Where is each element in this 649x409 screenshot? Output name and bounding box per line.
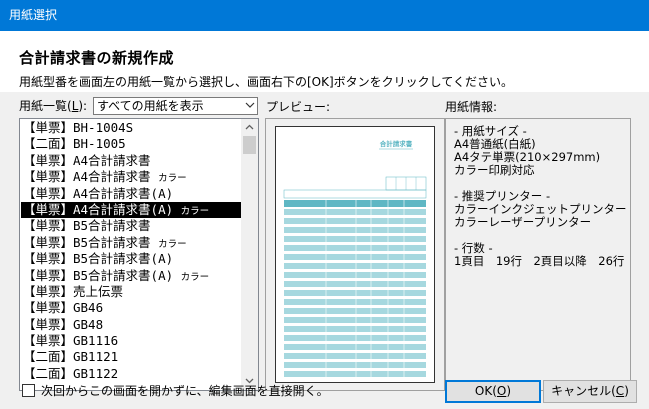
preview-label: プレビュー:	[266, 100, 331, 114]
cancel-button[interactable]: キャンセル(C)	[543, 380, 637, 403]
paper-list-items: 【単票】BH-1004S 【二面】BH-1005 【単票】A4合計請求書 【単票】A4…	[21, 120, 242, 382]
preview-form-row	[284, 362, 426, 368]
paper-list-item-name: 【単票】B5合計請求書(A)	[23, 251, 174, 267]
paper-list-item[interactable]: 【単票】A4合計請求書	[21, 153, 242, 169]
paper-list-item-color-tag: カラー	[158, 173, 187, 185]
paper-list-label-suffix: ):	[78, 99, 88, 113]
paper-info-line: カラーレーザープリンター	[454, 215, 592, 229]
ok-button-accesskey: O	[496, 384, 507, 398]
paper-list-item-name: 【単票】B5合計請求書(A)	[23, 267, 181, 283]
paper-filter-value: すべての用紙を表示	[97, 99, 204, 113]
preview-column-header	[284, 200, 426, 207]
preview-form-row	[284, 371, 426, 377]
cancel-button-label: キャンセル(	[551, 384, 616, 398]
preview-form-row	[284, 263, 426, 269]
preview-header-box	[283, 189, 427, 199]
paper-list-item[interactable]: 【単票】GB48	[21, 317, 242, 333]
preview-panel: 合計請求書	[265, 118, 445, 391]
preview-form-row	[284, 245, 426, 251]
window-title: 用紙選択	[9, 8, 58, 22]
paper-list-item[interactable]: 【単票】B5合計請求書	[21, 218, 242, 234]
paper-filter-select[interactable]: すべての用紙を表示	[93, 97, 258, 115]
paper-list-item-name: 【単票】GB48	[23, 316, 104, 332]
preview-form-row	[284, 317, 426, 323]
dialog-body: 合計請求書の新規作成 用紙型番を画面左の用紙一覧から選択し、画面右下の[OK]ボ…	[0, 31, 649, 409]
cancel-button-accesskey: C	[615, 384, 625, 398]
preview-form-row	[284, 281, 426, 287]
preview-paper: 合計請求書	[275, 126, 435, 383]
paper-list-item-name: 【単票】GB1116	[23, 333, 119, 349]
preview-form-row	[284, 290, 426, 296]
preview-form-row	[284, 335, 426, 341]
preview-form-row	[284, 254, 426, 260]
paper-list-item[interactable]: 【単票】BH-1004S	[21, 120, 242, 136]
paper-list-item[interactable]: 【単票】GB1116	[21, 333, 242, 349]
preview-form-row	[284, 326, 426, 332]
list-scrollbar[interactable]	[241, 119, 258, 390]
paper-list-item-name: 【単票】A4合計請求書(A)	[23, 185, 174, 201]
preview-form-header	[283, 176, 427, 207]
paper-list-item[interactable]: 【単票】GB46	[21, 300, 242, 316]
paper-list-item[interactable]: 【単票】A4合計請求書 カラー	[21, 169, 242, 185]
preview-form-row	[284, 344, 426, 350]
ok-button-label: OK(	[474, 384, 497, 398]
paper-list-item-name: 【単票】売上伝票	[23, 283, 124, 299]
skip-dialog-checkbox[interactable]	[22, 384, 35, 397]
preview-form-rows	[284, 200, 426, 380]
preview-form-row	[284, 209, 426, 215]
preview-form-row	[284, 299, 426, 305]
ok-button-label-end: )	[506, 384, 512, 398]
paper-list-label-prefix: 用紙一覧(	[19, 99, 72, 113]
preview-form-row	[284, 236, 426, 242]
paper-list-item-color-tag: カラー	[180, 271, 210, 283]
paper-list-item-name: 【二面】GB1121	[23, 349, 119, 365]
paper-listbox[interactable]: 【単票】BH-1004S 【二面】BH-1005 【単票】A4合計請求書 【単票】A4…	[19, 118, 259, 391]
page-title: 合計請求書の新規作成	[19, 49, 175, 67]
preview-form-row	[284, 218, 426, 224]
paper-info-panel: - 用紙サイズ - A4普通紙(白紙) A4タテ単票(210×297mm) カラー印刷…	[445, 118, 631, 391]
paper-list-item[interactable]: 【単票】B5合計請求書(A)	[21, 251, 242, 267]
paper-list-item-name: 【単票】GB46	[23, 300, 104, 316]
paper-list-item-name: 【単票】B5合計請求書	[23, 218, 151, 234]
preview-form-title: 合計請求書	[379, 139, 413, 148]
ok-button[interactable]: OK(O)	[445, 380, 541, 403]
paper-list-item-name: 【単票】A4合計請求書	[23, 169, 159, 185]
paper-info-line: カラー印刷対応	[454, 163, 535, 177]
preview-form-image: 合計請求書	[283, 139, 427, 380]
chevron-down-icon[interactable]	[241, 98, 257, 114]
scroll-up-icon[interactable]	[241, 119, 258, 136]
instruction-text: 用紙型番を画面左の用紙一覧から選択し、画面右下の[OK]ボタンをクリックしてくだ…	[19, 75, 513, 89]
paper-list-item[interactable]: 【二面】BH-1005	[21, 136, 242, 152]
paper-list-item[interactable]: 【単票】B5合計請求書 カラー	[21, 235, 242, 251]
paper-list-item-color-tag: カラー	[180, 205, 210, 217]
preview-form-row	[284, 353, 426, 359]
paper-list-item-name: 【単票】BH-1004S	[23, 120, 134, 135]
skip-dialog-label: 次回からこの画面を開かずに、編集画面を直接開く。	[41, 384, 329, 398]
paper-list-item-color-tag: カラー	[158, 238, 187, 250]
paper-list-item[interactable]: 【二面】GB1121	[21, 349, 242, 365]
paper-list-item-name: 【単票】A4合計請求書(A)	[23, 201, 181, 217]
scrollbar-thumb[interactable]	[243, 136, 256, 154]
paper-list-item-name: 【単票】A4合計請求書	[23, 152, 151, 168]
paper-list-item[interactable]: 【単票】A4合計請求書(A) カラー	[21, 201, 242, 219]
header-band: 合計請求書の新規作成 用紙型番を画面左の用紙一覧から選択し、画面右下の[OK]ボ…	[0, 31, 649, 92]
paper-info-line: 1頁目 19行 2頁目以降 26行	[454, 254, 625, 268]
preview-form-row	[284, 227, 426, 233]
paper-list-item[interactable]: 【二面】GB1122	[21, 366, 242, 382]
paper-list-item-name: 【二面】BH-1005	[23, 136, 126, 152]
skip-dialog-option[interactable]: 次回からこの画面を開かずに、編集画面を直接開く。	[22, 384, 329, 398]
paper-list-item[interactable]: 【単票】A4合計請求書(A)	[21, 186, 242, 202]
window-titlebar[interactable]: 用紙選択	[0, 0, 649, 31]
paper-list-item[interactable]: 【単票】B5合計請求書(A) カラー	[21, 268, 242, 284]
paper-list-item-name: 【二面】GB1122	[23, 365, 119, 381]
paper-list-item[interactable]: 【単票】売上伝票	[21, 284, 242, 300]
preview-form-row	[284, 272, 426, 278]
cancel-button-label-end: )	[624, 384, 629, 398]
paper-list-item-name: 【単票】B5合計請求書	[23, 234, 159, 250]
paper-info-label: 用紙情報:	[445, 100, 498, 114]
preview-form-row	[284, 308, 426, 314]
paper-list-label: 用紙一覧(L):	[19, 98, 87, 114]
